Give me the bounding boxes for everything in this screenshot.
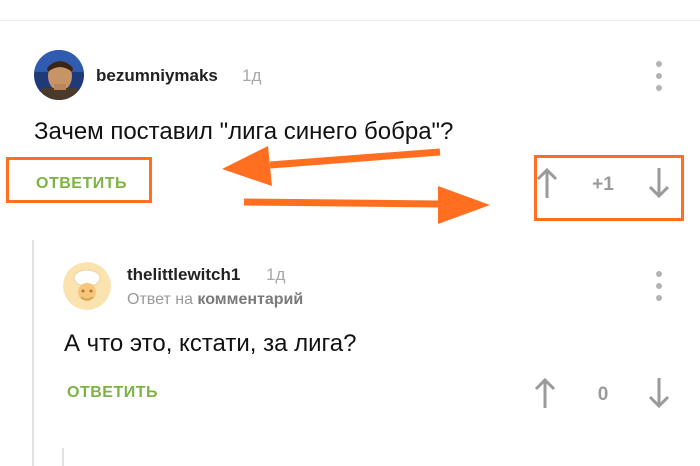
comment-time: 1д	[266, 265, 286, 284]
reply-button[interactable]: ОТВЕТИТЬ	[67, 384, 158, 402]
avatar-image	[63, 262, 111, 310]
thread-line-nested	[62, 448, 64, 466]
arrow-up-icon[interactable]	[535, 166, 559, 200]
arrow-down-icon[interactable]	[647, 376, 671, 410]
vote-score: +1	[592, 174, 614, 195]
arrow-right-annotation	[243, 186, 490, 224]
comment-text: А что это, кстати, за лига?	[64, 330, 357, 357]
arrow-up-icon[interactable]	[533, 376, 557, 410]
reply-info: Ответ на комментарий	[127, 291, 303, 309]
comment-author[interactable]: thelittlewitch1	[127, 265, 240, 285]
thread-line	[32, 240, 34, 466]
reply-prefix: Ответ на	[127, 291, 193, 308]
more-vertical-icon[interactable]	[654, 271, 664, 301]
vote-score: 0	[597, 384, 609, 405]
arrow-down-icon[interactable]	[647, 166, 671, 200]
avatar[interactable]	[63, 262, 111, 310]
reply-target-link[interactable]: комментарий	[197, 291, 303, 308]
arrow-left-annotation	[222, 146, 441, 186]
